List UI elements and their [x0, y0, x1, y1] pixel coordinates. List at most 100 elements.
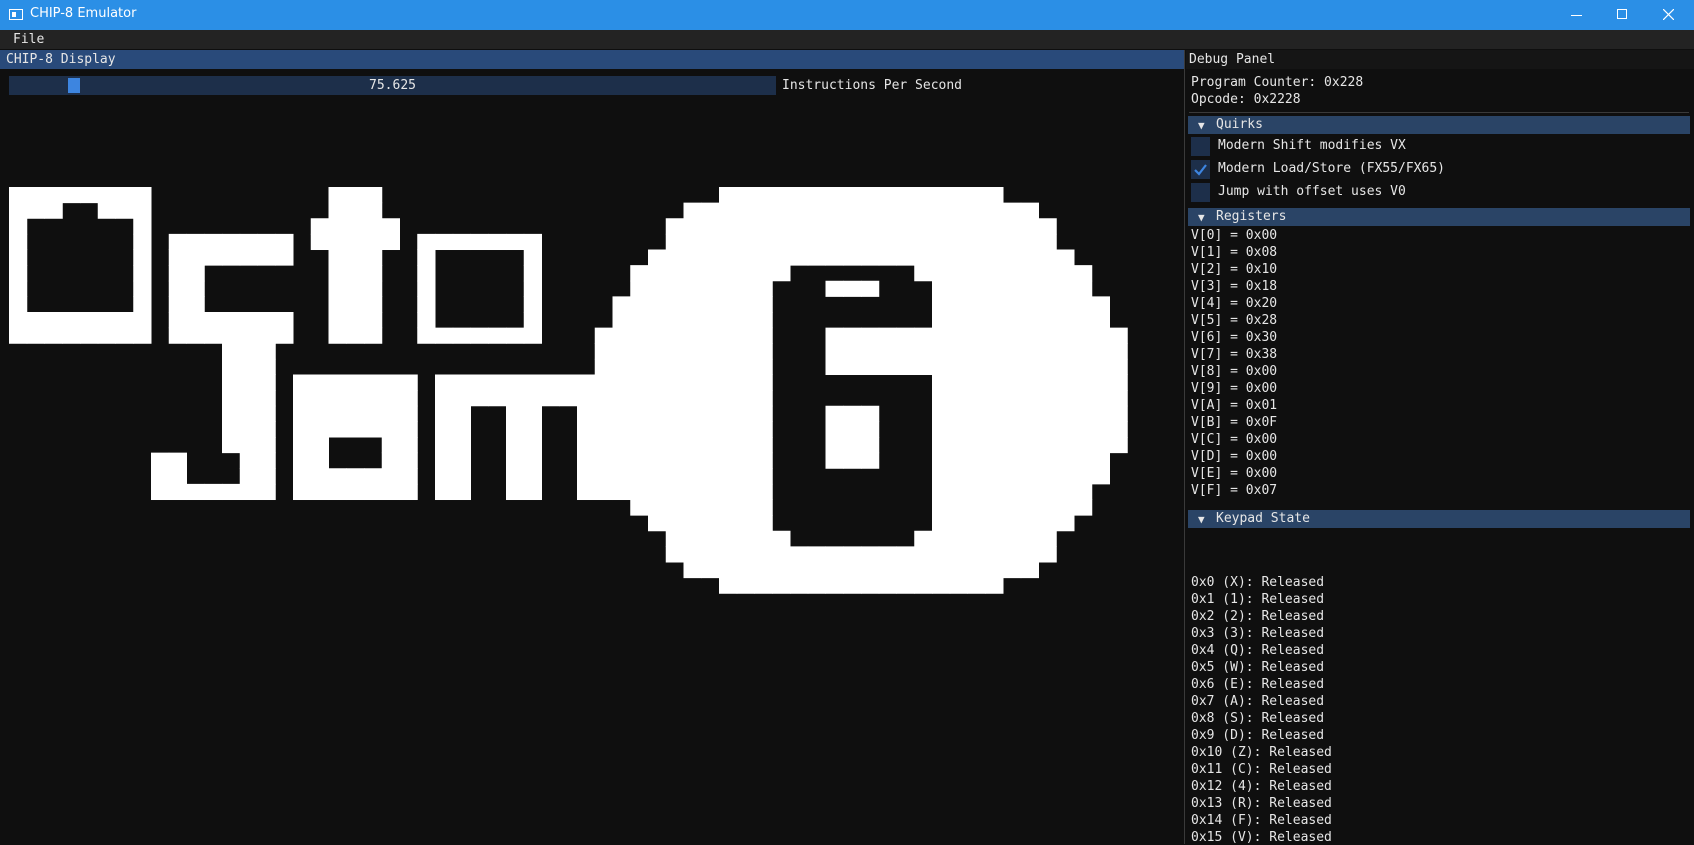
pixel	[985, 233, 1004, 251]
ips-label: Instructions Per Second	[782, 78, 963, 93]
pixel	[1109, 358, 1128, 376]
keypad-header[interactable]: ▼ Keypad State	[1188, 510, 1690, 528]
pixel	[648, 437, 667, 454]
pixel	[364, 483, 383, 501]
pixel	[1074, 483, 1093, 501]
pixel	[364, 187, 383, 204]
pixel	[1056, 515, 1075, 532]
pixel	[630, 358, 649, 376]
pixel	[665, 233, 684, 251]
pixel	[985, 421, 1004, 438]
pixel	[949, 280, 968, 297]
quirks-header[interactable]: ▼ Quirks	[1188, 116, 1690, 134]
pixel	[1020, 546, 1039, 563]
display-panel-title-bar[interactable]: CHIP-8 Display	[0, 50, 1184, 69]
pixel	[1074, 327, 1093, 344]
pixel	[1020, 327, 1039, 344]
pixel	[257, 358, 276, 376]
pixel	[151, 483, 170, 501]
pixel	[967, 468, 986, 485]
pixel	[1091, 405, 1110, 422]
pixel	[719, 327, 738, 344]
register-value: V[F] = 0x07	[1191, 483, 1278, 498]
pixel	[364, 296, 383, 313]
pixel	[754, 405, 773, 422]
pixel	[1003, 249, 1022, 266]
pixel	[594, 390, 613, 407]
minimize-icon[interactable]	[1553, 0, 1599, 30]
pixel	[1056, 421, 1075, 438]
pixel	[648, 499, 667, 516]
pixel	[435, 452, 454, 469]
register-value: V[4] = 0x20	[1191, 296, 1278, 311]
pixel	[630, 312, 649, 329]
pixel	[932, 530, 951, 547]
pixel	[896, 358, 915, 376]
register-value: V[2] = 0x10	[1191, 262, 1278, 277]
pixel	[417, 280, 436, 297]
quirk-checkbox[interactable]: Jump with offset uses V0	[1191, 183, 1406, 202]
pixel	[736, 515, 755, 532]
pixel	[949, 483, 968, 501]
menu-file[interactable]: File	[13, 32, 44, 47]
pixel	[843, 405, 862, 422]
keypad-state: 0x13 (R): Released	[1191, 796, 1332, 811]
pixel	[772, 530, 791, 547]
debug-panel-title-bar[interactable]: Debug Panel	[1186, 50, 1694, 69]
pixel	[932, 421, 951, 438]
pixel	[186, 327, 205, 344]
quirk-checkbox[interactable]: Modern Load/Store (FX55/FX65)	[1191, 160, 1445, 179]
pixel	[648, 483, 667, 501]
pixel	[559, 390, 578, 407]
pixel	[1056, 280, 1075, 297]
pixel	[186, 265, 205, 282]
pixel	[1074, 343, 1093, 360]
pixel	[701, 421, 720, 438]
pixel	[701, 546, 720, 563]
pixel	[239, 249, 258, 266]
quirk-checkbox[interactable]: Modern Shift modifies VX	[1191, 137, 1406, 156]
pixel	[967, 562, 986, 579]
pixel	[772, 577, 791, 594]
pixel	[222, 437, 241, 454]
pixel	[736, 452, 755, 469]
pixel	[932, 218, 951, 235]
pixel	[807, 187, 826, 204]
pixel	[1074, 296, 1093, 313]
pixel	[985, 468, 1004, 485]
pixel	[790, 249, 809, 266]
pixel	[1091, 468, 1110, 485]
pixel	[1091, 296, 1110, 313]
pixel	[239, 405, 258, 422]
pixel	[1091, 374, 1110, 391]
pixel	[736, 374, 755, 391]
pixel	[612, 327, 631, 344]
pixel	[257, 405, 276, 422]
pixel	[9, 296, 28, 313]
pixel	[168, 327, 187, 344]
pixel	[222, 327, 241, 344]
pixel	[1056, 483, 1075, 501]
register-value: V[1] = 0x08	[1191, 245, 1278, 260]
pixel	[222, 405, 241, 422]
pixel	[97, 312, 116, 329]
pixel	[346, 468, 365, 485]
registers-header[interactable]: ▼ Registers	[1188, 208, 1690, 226]
maximize-icon[interactable]	[1599, 0, 1645, 30]
close-icon[interactable]	[1645, 0, 1691, 30]
pixel	[275, 233, 294, 251]
pixel	[719, 249, 738, 266]
pixel	[1003, 562, 1022, 579]
pixel	[488, 390, 507, 407]
keypad-state: 0x9 (D): Released	[1191, 728, 1325, 743]
pixel	[328, 312, 347, 329]
pixel	[861, 452, 880, 469]
ips-slider[interactable]: 75.625	[9, 76, 776, 95]
pixel	[648, 296, 667, 313]
pixel	[1020, 280, 1039, 297]
pixel	[932, 358, 951, 376]
pixel	[932, 405, 951, 422]
pixel	[506, 483, 525, 501]
pixel	[523, 390, 542, 407]
pixel	[967, 483, 986, 501]
